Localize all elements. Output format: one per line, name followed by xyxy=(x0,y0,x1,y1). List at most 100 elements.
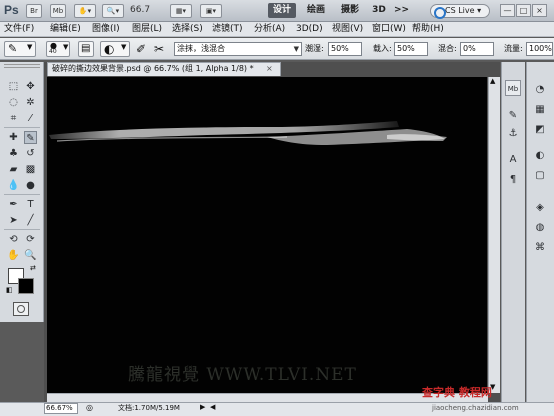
hand-tool-icon[interactable]: ✋▾ xyxy=(74,4,96,18)
gradient-tool-icon[interactable]: ▩ xyxy=(24,163,37,176)
workspace-3d-button[interactable]: 3D xyxy=(370,3,388,18)
quick-mask-button[interactable] xyxy=(13,302,29,316)
load-field[interactable]: 50% xyxy=(394,42,428,56)
styles-panel-icon[interactable]: ◩ xyxy=(532,122,548,138)
chevron-down-icon: ▼ xyxy=(63,43,69,51)
crop-tool-icon[interactable]: ⌗ xyxy=(7,112,20,125)
dodge-tool-icon[interactable]: ● xyxy=(24,179,37,192)
workspace-photography-button[interactable]: 摄影 xyxy=(338,3,362,18)
hand-tool-icon[interactable]: ✋ xyxy=(7,249,20,262)
status-menu-icon[interactable]: ▶ xyxy=(200,403,205,411)
menu-help[interactable]: 帮助(H) xyxy=(412,23,444,36)
status-cs-live-icon[interactable]: ◎ xyxy=(86,403,93,412)
layout-icon[interactable]: ▦▾ xyxy=(170,4,192,18)
menu-window[interactable]: 窗口(W) xyxy=(372,23,406,36)
menu-analysis[interactable]: 分析(A) xyxy=(254,23,285,36)
paths-panel-icon[interactable]: ⌘ xyxy=(532,240,548,256)
3d-orbit-tool-icon[interactable]: ⟳ xyxy=(24,233,37,246)
brush-picker[interactable]: ● 40 ▼ xyxy=(46,41,70,57)
menu-edit[interactable]: 编辑(E) xyxy=(50,23,81,36)
clone-stamp-tool-icon[interactable]: ♣ xyxy=(7,147,20,160)
cs-live-button[interactable]: CS Live ▾ xyxy=(430,4,490,19)
canvas-watermark: 騰龍視覺 WWW.TLVI.NET xyxy=(128,365,357,385)
site-url: jiaocheng.chazidian.com xyxy=(432,404,519,412)
path-selection-tool-icon[interactable]: ➤ xyxy=(7,214,20,227)
marquee-tool-icon[interactable]: ⬚ xyxy=(7,80,20,93)
default-colors-icon[interactable]: ◧ xyxy=(6,286,13,294)
mini-bridge-panel-icon[interactable]: Mb xyxy=(505,80,521,96)
menu-layer[interactable]: 图层(L) xyxy=(132,23,162,36)
more-workspaces-button[interactable]: >> xyxy=(394,3,409,18)
line-tool-icon[interactable]: ╱ xyxy=(24,214,37,227)
wetness-field[interactable]: 50% xyxy=(328,42,362,56)
brush-panel-toggle[interactable]: ▤ xyxy=(78,41,94,57)
zoom-level-dropdown[interactable]: 66.7 xyxy=(130,5,150,15)
workspace-design-button[interactable]: 设计 xyxy=(268,3,296,18)
document-tab[interactable]: 破碎的撕边效果背景.psd @ 66.7% (组 1, Alpha 1/8) * xyxy=(47,62,281,76)
photoshop-logo: Ps xyxy=(4,3,19,17)
background-color-fill xyxy=(19,279,33,293)
tool-preset-picker[interactable]: ✎ ▼ xyxy=(4,41,36,57)
load-brush-icon[interactable]: ✐ xyxy=(136,42,146,56)
document-close-icon[interactable]: × xyxy=(266,62,273,75)
adjustments-panel-icon[interactable]: ◐ xyxy=(532,148,548,164)
color-panel-icon[interactable]: ◔ xyxy=(532,82,548,98)
zoom-tool-icon[interactable]: 🔍 xyxy=(24,249,37,262)
quick-selection-tool-icon[interactable]: ✲ xyxy=(24,96,37,109)
healing-brush-tool-icon[interactable]: ✚ xyxy=(7,131,20,144)
zoom-tool-icon[interactable]: 🔍▾ xyxy=(102,4,124,18)
swatches-panel-icon[interactable]: ▦ xyxy=(532,102,548,118)
scroll-up-icon[interactable]: ▲ xyxy=(490,77,495,85)
type-tool-icon[interactable]: T xyxy=(24,198,37,211)
clean-brush-icon[interactable]: ✂ xyxy=(154,42,164,56)
document-canvas[interactable] xyxy=(47,77,487,393)
toolbox-separator xyxy=(4,127,40,128)
status-zoom-field[interactable]: 66.67% xyxy=(44,403,78,414)
menu-image[interactable]: 图像(I) xyxy=(92,23,120,36)
menu-file[interactable]: 文件(F) xyxy=(4,23,34,36)
channels-panel-icon[interactable]: ◍ xyxy=(532,220,548,236)
mini-bridge-icon[interactable]: Mb xyxy=(50,4,66,18)
navigator-panel-icon[interactable]: ⚓ xyxy=(505,126,521,142)
menu-filter[interactable]: 滤镜(T) xyxy=(212,23,243,36)
flow-field[interactable]: 100% xyxy=(526,42,553,56)
canvas-artwork xyxy=(49,121,447,145)
menu-3d[interactable]: 3D(D) xyxy=(296,23,323,36)
current-brush-load[interactable]: ◐ ▼ xyxy=(100,41,130,57)
paragraph-panel-icon[interactable]: ¶ xyxy=(505,172,521,188)
background-color-swatch[interactable] xyxy=(18,278,34,294)
workspace-painting-button[interactable]: 绘画 xyxy=(304,3,328,18)
3d-rotate-tool-icon[interactable]: ⟲ xyxy=(7,233,20,246)
blur-tool-icon[interactable]: 💧 xyxy=(7,179,20,192)
history-brush-tool-icon[interactable]: ↺ xyxy=(24,147,37,160)
wetness-label: 潮湿: xyxy=(305,44,324,53)
flow-label: 流量: xyxy=(504,44,523,53)
character-panel-icon[interactable]: A xyxy=(505,152,521,168)
scroll-left-icon[interactable]: ◀ xyxy=(210,403,215,411)
eraser-tool-icon[interactable]: ▰ xyxy=(7,163,20,176)
blend-mode-dropdown[interactable]: 涂抹，浅混合 xyxy=(174,42,302,56)
bridge-icon[interactable]: Br xyxy=(26,4,42,18)
lasso-tool-icon[interactable]: ◌ xyxy=(7,96,20,109)
move-tool-icon[interactable]: ✥ xyxy=(24,80,37,93)
swap-colors-icon[interactable]: ⇄ xyxy=(30,264,36,272)
screen-mode-icon[interactable]: ▣▾ xyxy=(200,4,222,18)
mixer-brush-tool-icon[interactable]: ✎ xyxy=(24,131,37,144)
eyedropper-tool-icon[interactable]: ⁄ xyxy=(24,112,37,125)
masks-panel-icon[interactable]: ▢ xyxy=(532,168,548,184)
mix-field[interactable]: 0% xyxy=(460,42,494,56)
mixer-brush-icon: ✎ xyxy=(8,42,18,55)
toolbox-separator xyxy=(4,229,40,230)
pen-tool-icon[interactable]: ✒ xyxy=(7,198,20,211)
menu-view[interactable]: 视图(V) xyxy=(332,23,363,36)
menu-select[interactable]: 选择(S) xyxy=(172,23,203,36)
vertical-scrollbar[interactable]: ▲ ▼ xyxy=(488,77,500,393)
layers-panel-icon[interactable]: ◈ xyxy=(532,200,548,216)
minimize-button[interactable]: — xyxy=(500,4,515,17)
load-label: 载入: xyxy=(373,44,392,53)
close-button[interactable]: × xyxy=(532,4,547,17)
maximize-button[interactable]: □ xyxy=(516,4,531,17)
toolbox-grip[interactable] xyxy=(4,64,40,68)
brush-panel-icon: ▤ xyxy=(81,43,91,54)
notes-panel-icon[interactable]: ✎ xyxy=(505,108,521,124)
